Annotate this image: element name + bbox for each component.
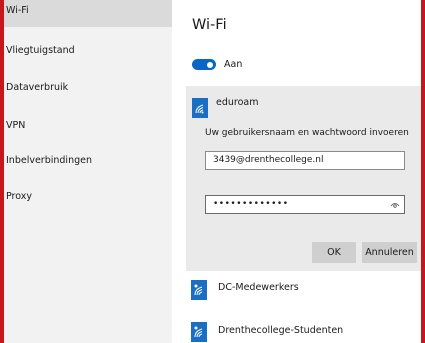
- sidebar-item-wifi[interactable]: Wi-Fi: [4, 0, 172, 27]
- frame-right-edge: [421, 0, 425, 343]
- network-item-drenthecollege-studenten[interactable]: Drenthecollege-Studenten: [186, 318, 421, 343]
- network-name-eduroam: eduroam: [216, 97, 259, 108]
- wifi-secured-icon: [191, 322, 207, 342]
- username-value: 3439@drenthecollege.nl: [213, 155, 324, 165]
- network-name: DC-Medewerkers: [218, 282, 299, 293]
- sidebar-item-label: VPN: [6, 120, 26, 131]
- wifi-secured-icon: [191, 280, 207, 300]
- toggle-knob: [207, 61, 213, 68]
- page-title: Wi-Fi: [192, 17, 227, 33]
- wifi-toggle[interactable]: [192, 59, 216, 70]
- cancel-button[interactable]: Annuleren: [362, 242, 417, 263]
- ok-button[interactable]: OK: [312, 242, 356, 263]
- credentials-prompt: Uw gebruikersnaam en wachtwoord invoeren: [205, 128, 409, 138]
- wifi-secured-icon: [192, 98, 208, 118]
- sidebar-item-label: Proxy: [6, 191, 33, 202]
- network-item-dc-medewerkers[interactable]: DC-Medewerkers: [186, 276, 421, 308]
- sidebar-item-proxy[interactable]: Proxy: [4, 182, 172, 212]
- sidebar-item-label: Dataverbruik: [6, 82, 69, 93]
- sidebar-item-label: Inbelverbindingen: [6, 155, 92, 166]
- sidebar-item-inbelverbindingen[interactable]: Inbelverbindingen: [4, 146, 172, 176]
- sidebar-item-vliegtuigstand[interactable]: Vliegtuigstand: [4, 36, 172, 66]
- reveal-password-icon[interactable]: [390, 200, 400, 210]
- password-mask: •••••••••••••: [213, 199, 289, 209]
- password-field[interactable]: •••••••••••••: [205, 195, 405, 214]
- username-field[interactable]: 3439@drenthecollege.nl: [205, 151, 405, 170]
- sidebar: Wi-Fi Vliegtuigstand Dataverbruik VPN In…: [4, 0, 172, 343]
- sidebar-item-label: Vliegtuigstand: [6, 45, 75, 56]
- network-name: Drenthecollege-Studenten: [218, 325, 344, 336]
- sidebar-item-label: Wi-Fi: [6, 5, 29, 16]
- main-content: Wi-Fi Aan eduroam Uw gebruikersnaam en w…: [172, 0, 421, 343]
- sidebar-item-dataverbruik[interactable]: Dataverbruik: [4, 73, 172, 103]
- sidebar-item-vpn[interactable]: VPN: [4, 111, 172, 141]
- toggle-label: Aan: [224, 59, 243, 70]
